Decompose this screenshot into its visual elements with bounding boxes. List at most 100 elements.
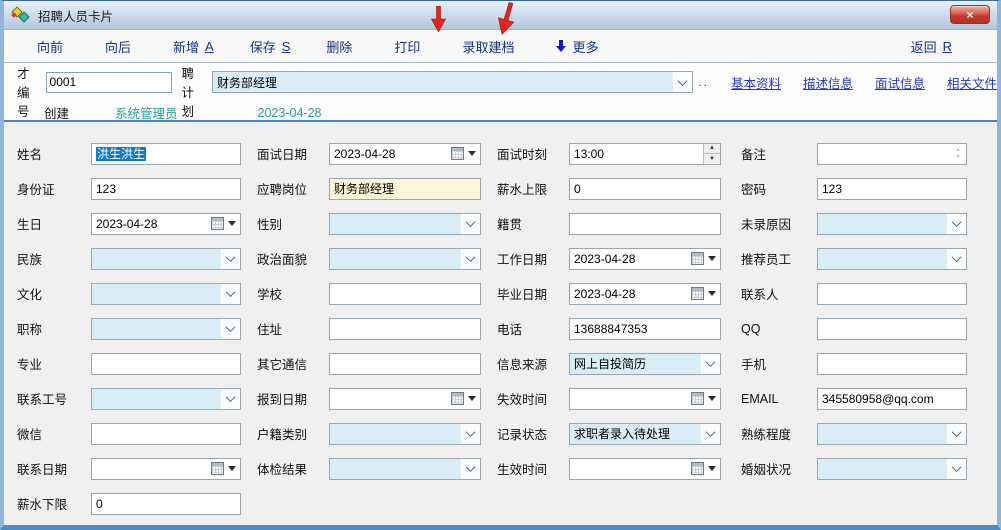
work-date-field[interactable]: 2023-04-28 xyxy=(569,248,721,270)
birthday-field[interactable]: 2023-04-28 xyxy=(91,213,241,235)
reject-reason-field[interactable] xyxy=(817,213,967,235)
other-contact-field[interactable] xyxy=(329,353,481,375)
tab-related-files[interactable]: 相关文件 xyxy=(947,73,997,92)
other-contact-label: 其它通信 xyxy=(257,354,329,373)
calendar-icon[interactable] xyxy=(690,284,720,304)
qq-field[interactable] xyxy=(817,318,967,340)
proficiency-field[interactable] xyxy=(817,423,967,445)
graduation-date-field[interactable]: 2023-04-28 xyxy=(569,283,721,305)
name-field[interactable]: 洪生洪生 xyxy=(91,143,241,165)
job-title-field[interactable] xyxy=(91,318,241,340)
chevron-down-icon[interactable] xyxy=(460,459,480,479)
return-button[interactable]: 返回R xyxy=(911,37,952,56)
calendar-icon[interactable] xyxy=(690,389,720,409)
household-type-field[interactable] xyxy=(329,423,481,445)
email-label: EMAIL xyxy=(741,392,817,406)
window-title: 招聘人员卡片 xyxy=(38,6,113,25)
gender-field[interactable] xyxy=(329,213,481,235)
mobile-field[interactable] xyxy=(817,353,967,375)
down-arrow-icon xyxy=(556,40,566,53)
phone-label: 电话 xyxy=(497,319,569,338)
report-date-field[interactable] xyxy=(329,388,481,410)
toolbar-item-save[interactable]: 保存 S xyxy=(250,37,291,56)
annotation-arrow-hire xyxy=(431,6,446,32)
remark-field[interactable] xyxy=(817,143,967,165)
id-card-field[interactable]: 123 xyxy=(91,178,241,200)
applied-position-field[interactable]: 财务部经理 xyxy=(329,178,481,200)
calendar-icon[interactable] xyxy=(450,389,480,409)
calendar-icon[interactable] xyxy=(210,459,240,479)
talent-no-input[interactable] xyxy=(46,72,172,93)
chevron-down-icon[interactable] xyxy=(220,284,240,304)
address-label: 住址 xyxy=(257,319,329,338)
contact-date-field[interactable] xyxy=(91,458,241,480)
contact-no-field[interactable] xyxy=(91,388,241,410)
form-area: 姓名 洪生洪生 面试日期 2023-04-28 面试时刻 13:00 备注 身份… xyxy=(4,122,997,521)
calendar-icon[interactable] xyxy=(210,214,240,234)
school-field[interactable] xyxy=(329,283,481,305)
native-place-field[interactable] xyxy=(569,213,721,235)
major-field[interactable] xyxy=(91,353,241,375)
chevron-down-icon[interactable] xyxy=(220,319,240,339)
spinner-buttons[interactable] xyxy=(703,144,720,164)
toolbar-item-backward[interactable]: 向后 xyxy=(105,37,137,56)
gender-label: 性别 xyxy=(257,214,329,233)
expiry-time-field[interactable] xyxy=(569,388,721,410)
toolbar-item-hire-archive[interactable]: 录取建档 xyxy=(462,37,520,56)
birthday-label: 生日 xyxy=(17,214,91,233)
chevron-down-icon[interactable] xyxy=(220,249,240,269)
graduation-date-label: 毕业日期 xyxy=(497,284,569,303)
salary-lower-field[interactable]: 0 xyxy=(91,493,241,515)
plan-combo[interactable]: 财务部经理 xyxy=(212,71,693,93)
tab-description-info[interactable]: 描述信息 xyxy=(803,73,853,92)
recruit-card-window: 招聘人员卡片 × 向前 向后 新增 A 保存 S 删除 打印 录取建档 xyxy=(0,0,1001,530)
tab-basic-info[interactable]: 基本资料 xyxy=(731,73,781,92)
toolbar-item-more[interactable]: 更多 xyxy=(556,37,604,56)
interview-date-field[interactable]: 2023-04-28 xyxy=(329,143,481,165)
tab-interview-info[interactable]: 面试信息 xyxy=(875,73,925,92)
address-field[interactable] xyxy=(329,318,481,340)
tab-bar: 基本资料 描述信息 面试信息 相关文件 xyxy=(731,73,997,92)
plan-more-button[interactable]: .. xyxy=(698,75,709,89)
toolbar-item-delete[interactable]: 删除 xyxy=(326,37,358,56)
effective-time-field[interactable] xyxy=(569,458,721,480)
salary-upper-field[interactable]: 0 xyxy=(569,178,721,200)
chevron-down-icon[interactable] xyxy=(220,389,240,409)
chevron-down-icon[interactable] xyxy=(946,249,966,269)
scroll-arrows-icon[interactable] xyxy=(950,144,966,164)
password-field[interactable]: 123 xyxy=(817,178,967,200)
referrer-employee-field[interactable] xyxy=(817,248,967,270)
contact-date-label: 联系日期 xyxy=(17,459,91,478)
household-type-label: 户籍类别 xyxy=(257,424,329,443)
calendar-icon[interactable] xyxy=(690,459,720,479)
chevron-down-icon[interactable] xyxy=(700,354,720,374)
chevron-down-icon[interactable] xyxy=(946,214,966,234)
chevron-down-icon[interactable] xyxy=(946,459,966,479)
ethnicity-field[interactable] xyxy=(91,248,241,270)
expiry-time-label: 失效时间 xyxy=(497,389,569,408)
medical-result-label: 体检结果 xyxy=(257,459,329,478)
education-field[interactable] xyxy=(91,283,241,305)
close-button[interactable]: × xyxy=(950,5,990,24)
chevron-down-icon[interactable] xyxy=(946,424,966,444)
toolbar-item-forward[interactable]: 向前 xyxy=(37,37,69,56)
marital-status-field[interactable] xyxy=(817,458,967,480)
chevron-down-icon[interactable] xyxy=(460,424,480,444)
wechat-field[interactable] xyxy=(91,423,241,445)
calendar-icon[interactable] xyxy=(690,249,720,269)
chevron-down-icon[interactable] xyxy=(460,214,480,234)
toolbar-item-new[interactable]: 新增 A xyxy=(173,37,214,56)
political-status-field[interactable] xyxy=(329,248,481,270)
info-source-field[interactable]: 网上自投简历 xyxy=(569,353,721,375)
toolbar-item-print[interactable]: 打印 xyxy=(394,37,426,56)
calendar-icon[interactable] xyxy=(450,144,480,164)
phone-field[interactable]: 13688847353 xyxy=(569,318,721,340)
chevron-down-icon[interactable] xyxy=(700,424,720,444)
medical-result-field[interactable] xyxy=(329,458,481,480)
record-status-field[interactable]: 求职者录入待处理 xyxy=(569,423,721,445)
chevron-down-icon[interactable] xyxy=(672,72,692,92)
contact-person-field[interactable] xyxy=(817,283,967,305)
interview-time-field[interactable]: 13:00 xyxy=(569,143,721,165)
chevron-down-icon[interactable] xyxy=(460,249,480,269)
email-field[interactable]: 345580958@qq.com xyxy=(817,388,967,410)
